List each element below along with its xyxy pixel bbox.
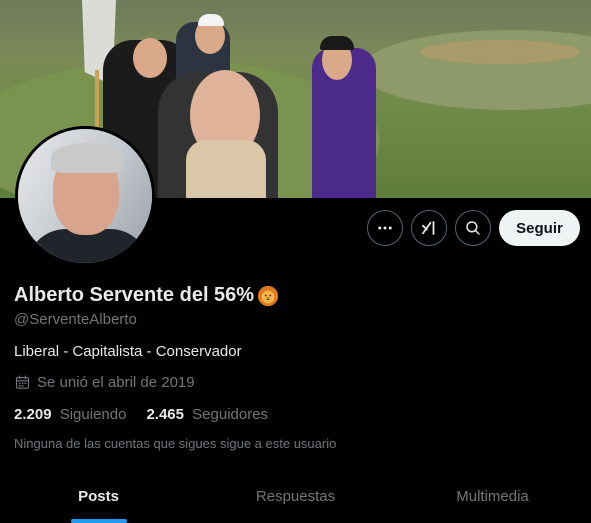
calendar-icon [15,375,30,389]
tab-multimedia[interactable]: Multimedia [394,470,591,523]
more-button[interactable] [367,210,403,246]
follow-button[interactable]: Seguir [499,210,580,246]
followers-stat[interactable]: 2.465 Seguidores [146,406,268,423]
profile-tabs: Posts Respuestas Multimedia [0,470,591,523]
tab-posts-label: Posts [78,488,119,505]
grok-icon [422,221,435,235]
followers-label: Seguidores [192,406,269,423]
active-tab-indicator [70,519,127,523]
grok-button[interactable] [411,210,447,246]
joined-date: Se unió el abril de 2019 [14,374,195,391]
lion-emoji-icon [257,285,279,307]
profile-handle: @ServenteAlberto [14,311,137,328]
following-count: 2.209 [14,406,52,423]
more-horizontal-icon [378,226,392,230]
following-label: Siguiendo [59,406,127,423]
tab-respuestas-label: Respuestas [255,488,336,505]
following-stat[interactable]: 2.209 Siguiendo [14,406,126,423]
profile-name-row: Alberto Servente del 56% [14,284,279,307]
profile-stats: 2.209 Siguiendo 2.465 Seguidores [14,406,288,423]
mutual-followers-note: Ninguna de las cuentas que sigues sigue … [14,436,337,451]
tab-posts[interactable]: Posts [0,470,197,523]
tab-respuestas[interactable]: Respuestas [197,470,394,523]
joined-text: Se unió el abril de 2019 [37,374,195,391]
profile-bio: Liberal - Capitalista - Conservador [14,343,242,360]
search-icon [466,221,480,235]
search-button[interactable] [455,210,491,246]
profile-name: Alberto Servente del 56% [14,284,255,306]
avatar[interactable] [15,126,155,266]
followers-count: 2.465 [146,406,184,423]
tab-multimedia-label: Multimedia [456,488,529,505]
